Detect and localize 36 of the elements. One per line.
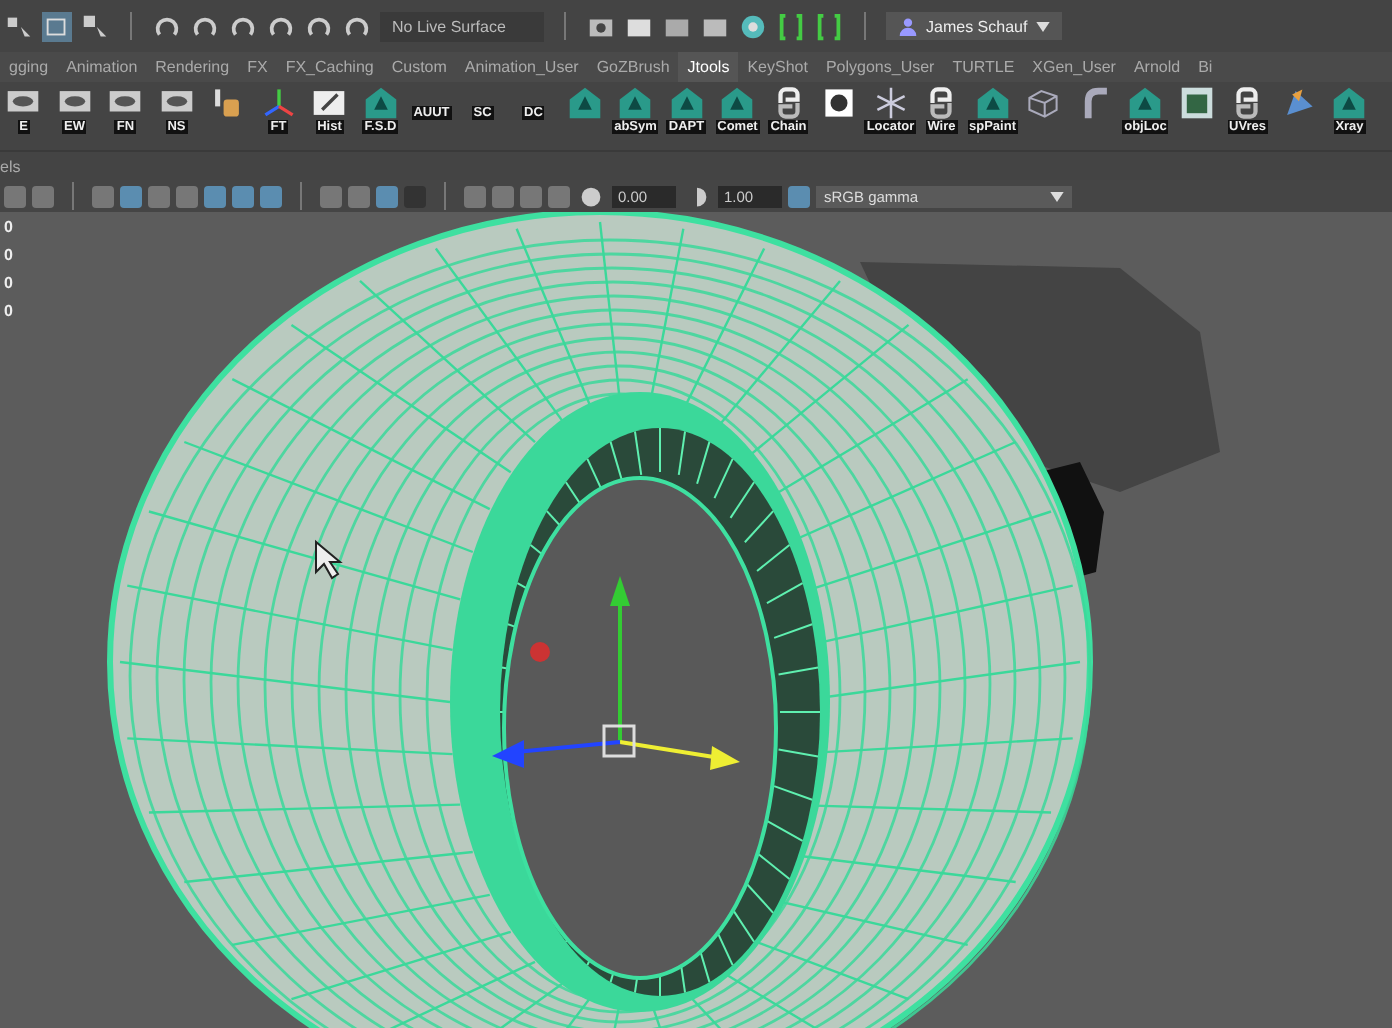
shelf-tab[interactable]: TURTLE: [943, 52, 1024, 82]
panels-menu[interactable]: els: [0, 157, 21, 175]
hud-value: 0: [4, 274, 13, 292]
shelf-tab[interactable]: Rendering: [146, 52, 239, 82]
shelf-tab[interactable]: Arnold: [1124, 52, 1190, 82]
lattice-cube-icon[interactable]: [1026, 86, 1061, 120]
bracket-icon[interactable]: [776, 11, 806, 41]
shelf-tab[interactable]: Bi: [1189, 52, 1222, 82]
caret-icon: [1050, 191, 1064, 201]
user-icon: [898, 16, 918, 36]
pencil-note-icon[interactable]: [312, 86, 347, 120]
shelf-tab[interactable]: FX_Caching: [276, 52, 383, 82]
caret-icon: [1035, 21, 1050, 31]
shelf-tab[interactable]: Animation_User: [455, 52, 588, 82]
live-surface-field[interactable]: No Live Surface: [380, 11, 544, 41]
shelf-tab[interactable]: FX: [238, 52, 277, 82]
checker-icon[interactable]: [1179, 86, 1214, 120]
user-menu[interactable]: James Schauf: [886, 12, 1062, 40]
shelf-tab[interactable]: KeyShot: [738, 52, 817, 82]
paint-brush-icon[interactable]: [1281, 86, 1316, 120]
shelf-tab[interactable]: XGen_User: [1023, 52, 1125, 82]
lasso-tool-icon[interactable]: [42, 11, 72, 41]
shelf-tab[interactable]: Custom: [382, 52, 456, 82]
locator-icon[interactable]: [873, 86, 908, 120]
hud-value: 0: [4, 302, 13, 320]
cursor-icon: [315, 539, 343, 580]
hud-value: 0: [4, 218, 13, 236]
hud-value: 0: [4, 246, 13, 264]
shelf-tab[interactable]: Jtools: [678, 52, 739, 82]
bracket-icon[interactable]: [814, 11, 844, 41]
paint-select-icon[interactable]: [80, 11, 110, 41]
axes-icon[interactable]: [261, 86, 296, 120]
shelf-tab[interactable]: gging: [0, 52, 58, 82]
shelf-tab[interactable]: GoZBrush: [587, 52, 679, 82]
shelf-tab[interactable]: Polygons_User: [816, 52, 944, 82]
shelf-tab[interactable]: Animation: [57, 52, 147, 82]
